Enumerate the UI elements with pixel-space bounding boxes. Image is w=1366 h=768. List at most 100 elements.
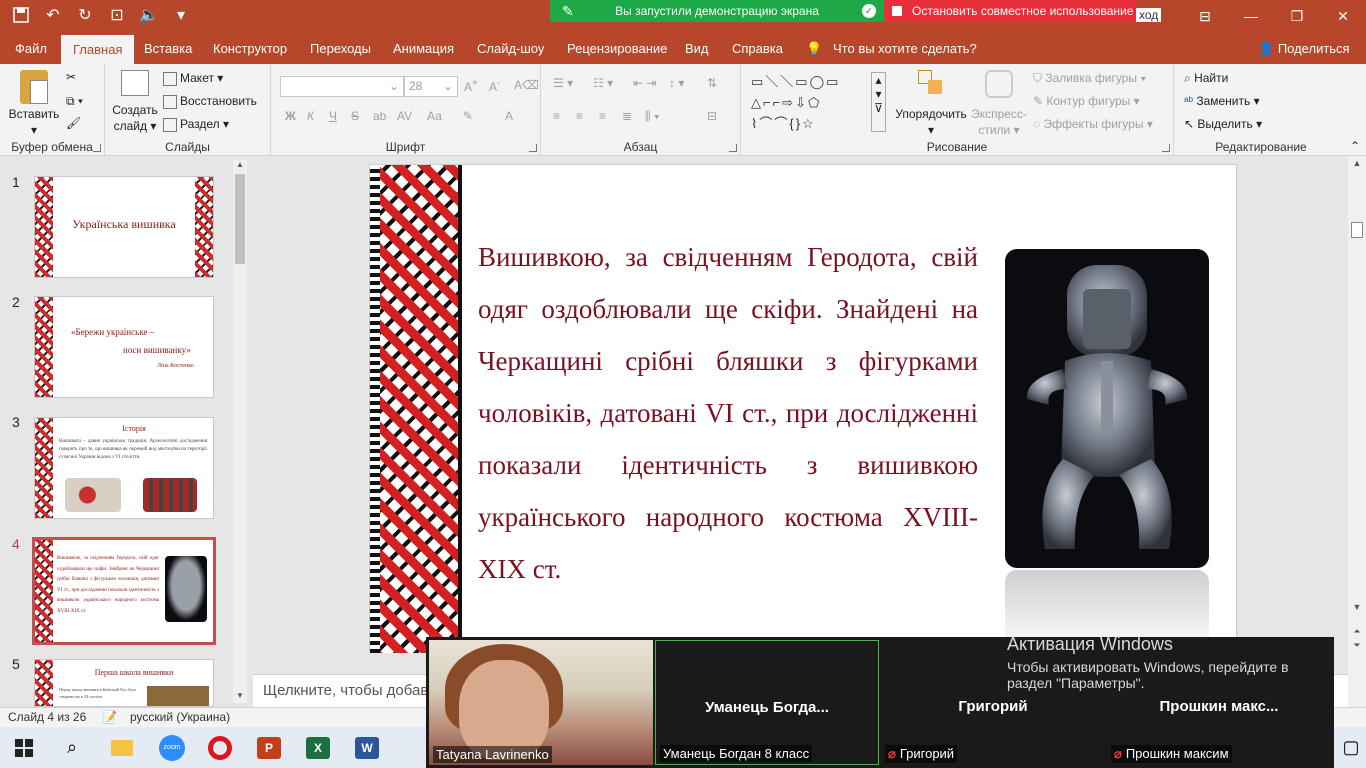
editor-scrollbar[interactable]: ▲ ▼ ⏶ ⏷ bbox=[1348, 156, 1366, 707]
scroll-down-icon[interactable]: ▼ bbox=[1348, 602, 1366, 616]
italic-button[interactable]: К bbox=[307, 109, 314, 123]
section-button[interactable]: Раздел ▾ bbox=[163, 117, 229, 132]
shapes-scroll-icon[interactable]: ▴ ▾ ⊽ bbox=[871, 72, 886, 132]
tab-transitions[interactable]: Переходы bbox=[310, 33, 371, 64]
stop-share-button[interactable]: Остановить совместное использование bbox=[884, 0, 1136, 22]
previous-slide-icon[interactable]: ⏶ bbox=[1348, 626, 1366, 640]
redo-icon[interactable]: ↻ bbox=[76, 6, 94, 24]
scroll-down-icon[interactable]: ▼ bbox=[233, 691, 247, 703]
powerpoint-icon[interactable]: P bbox=[245, 727, 293, 768]
tab-review[interactable]: Рецензирование bbox=[567, 33, 667, 64]
collapse-ribbon-icon[interactable]: ⌃ bbox=[1350, 139, 1360, 153]
opera-icon[interactable] bbox=[196, 727, 244, 768]
dialog-launcher-icon[interactable] bbox=[1162, 144, 1170, 152]
presentation-icon[interactable]: ⊡ bbox=[108, 6, 126, 24]
scroll-thumb[interactable] bbox=[235, 174, 245, 264]
tab-design[interactable]: Конструктор bbox=[213, 33, 287, 64]
bullets-icon[interactable]: ☰ ▾ bbox=[553, 76, 573, 90]
text-shadow-button[interactable]: ab bbox=[373, 109, 386, 123]
video-tile[interactable]: Уманець Богда... Уманець Богдан 8 класс bbox=[655, 640, 879, 765]
tab-home[interactable]: Главная bbox=[61, 35, 135, 64]
layout-button[interactable]: Макет ▾ bbox=[163, 71, 223, 86]
replace-button[interactable]: ᵃᵇ Заменить ▾ bbox=[1184, 94, 1260, 108]
numbering-icon[interactable]: ☷ ▾ bbox=[593, 76, 613, 90]
search-icon[interactable]: ⌕ bbox=[48, 727, 96, 768]
copy-icon[interactable]: ⧉ ▾ bbox=[66, 94, 83, 109]
dialog-launcher-icon[interactable] bbox=[729, 144, 737, 152]
columns-icon[interactable]: ⫼ ▾ bbox=[645, 109, 660, 124]
text-direction-icon[interactable]: ⇅ bbox=[707, 76, 717, 90]
grow-font-icon[interactable]: A+ bbox=[464, 78, 478, 94]
change-case-button[interactable]: Аа bbox=[427, 109, 442, 123]
shapes-gallery[interactable]: ▭＼＼▭◯▭ △⌐⌐⇨⇩⬠ ⌇⌒⌒{}☆ bbox=[751, 71, 889, 135]
tab-animations[interactable]: Анимация bbox=[393, 33, 454, 64]
word-icon[interactable]: W bbox=[343, 727, 391, 768]
share-button[interactable]: 👤 Поделиться bbox=[1258, 33, 1350, 64]
spellcheck-icon[interactable]: 📝 bbox=[102, 710, 117, 724]
char-spacing-button[interactable]: AV bbox=[397, 109, 412, 123]
tell-me-search[interactable]: Что вы хотите сделать? bbox=[833, 33, 977, 64]
sign-in-label[interactable]: ход bbox=[1136, 8, 1162, 22]
reset-button[interactable]: Восстановить bbox=[163, 94, 257, 109]
bold-button[interactable]: Ж bbox=[285, 109, 296, 123]
slide-thumbnail-2[interactable]: «Бережи українське – носи вишиванку» Лін… bbox=[34, 296, 214, 398]
justify-icon[interactable]: ≣ bbox=[622, 109, 632, 123]
undo-icon[interactable]: ↶ bbox=[44, 6, 62, 24]
shape-effects-button[interactable]: ◌ Эффекты фигуры ▾ bbox=[1033, 117, 1153, 131]
font-name-field[interactable]: ⌄ bbox=[280, 76, 404, 97]
slide-thumbnail-3[interactable]: Історія Вишивати – давня українська трад… bbox=[34, 417, 214, 519]
tab-insert[interactable]: Вставка bbox=[144, 33, 192, 64]
indent-icon[interactable]: ⇤ ⇥ bbox=[633, 76, 656, 90]
align-center-icon[interactable]: ≡ bbox=[576, 109, 583, 123]
scroll-up-icon[interactable]: ▲ bbox=[233, 160, 247, 172]
restore-icon[interactable]: ❐ bbox=[1274, 0, 1320, 32]
strikethrough-button[interactable]: S bbox=[351, 109, 359, 123]
paste-button[interactable]: Вставить ▾ bbox=[6, 70, 62, 138]
slide-thumbnail-4[interactable]: Вишивкою, за свідченням Геродота, свій о… bbox=[32, 537, 216, 645]
minimize-icon[interactable]: — bbox=[1228, 0, 1274, 32]
line-spacing-icon[interactable]: ↕ ▾ bbox=[669, 76, 684, 90]
font-color-button[interactable]: А bbox=[505, 109, 513, 123]
slide-thumbnail-5[interactable]: Перша школа вишивки Першу школу вишивки … bbox=[34, 659, 214, 707]
file-explorer-icon[interactable] bbox=[98, 727, 146, 768]
highlight-icon[interactable]: ✎ bbox=[463, 109, 473, 123]
underline-button[interactable]: Ч bbox=[329, 109, 337, 123]
speaker-icon[interactable]: 🔈 bbox=[139, 6, 159, 24]
clear-format-icon[interactable]: A⌫ bbox=[514, 78, 539, 92]
slide-canvas[interactable]: Вишивкою, за свідченням Геродота, свій о… bbox=[369, 164, 1237, 655]
shape-outline-button[interactable]: ✎ Контур фигуры ▾ bbox=[1033, 94, 1140, 108]
scroll-thumb[interactable] bbox=[1351, 222, 1363, 238]
quick-styles-button[interactable]: Экспресс-стили ▾ bbox=[967, 70, 1031, 138]
thumbnail-scrollbar[interactable]: ▲ ▼ bbox=[233, 160, 247, 703]
customize-icon[interactable]: ▾ bbox=[172, 6, 190, 24]
ribbon-display-icon[interactable]: ⊟ bbox=[1182, 0, 1228, 32]
align-right-icon[interactable]: ≡ bbox=[599, 109, 606, 123]
slide-body-text[interactable]: Вишивкою, за свідченням Геродота, свій о… bbox=[478, 231, 978, 595]
shape-fill-button[interactable]: ⛉ Заливка фигуры ▾ bbox=[1033, 71, 1146, 86]
new-slide-button[interactable]: Создать слайд ▾ bbox=[111, 70, 159, 134]
silver-figurine-photo[interactable] bbox=[1005, 249, 1209, 568]
format-painter-icon[interactable]: 🖌 bbox=[66, 116, 81, 130]
zoom-icon[interactable]: zoom bbox=[148, 727, 196, 768]
find-button[interactable]: ⌕ Найти bbox=[1184, 71, 1228, 86]
next-slide-icon[interactable]: ⏷ bbox=[1348, 640, 1366, 654]
notification-icon[interactable]: ▢ bbox=[1336, 727, 1366, 768]
save-icon[interactable] bbox=[12, 6, 30, 24]
font-size-field[interactable]: 28 ⌄ bbox=[404, 76, 458, 97]
shrink-font-icon[interactable]: A- bbox=[489, 78, 500, 94]
excel-icon[interactable]: X bbox=[294, 727, 342, 768]
arrange-button[interactable]: Упорядочить ▾ bbox=[891, 70, 971, 138]
align-left-icon[interactable]: ≡ bbox=[553, 109, 560, 123]
dialog-launcher-icon[interactable] bbox=[529, 144, 537, 152]
windows-start-icon[interactable] bbox=[0, 727, 48, 768]
cut-icon[interactable]: ✂ bbox=[66, 70, 76, 84]
tab-help[interactable]: Справка bbox=[732, 33, 783, 64]
align-text-icon[interactable]: ⊟ bbox=[707, 109, 717, 123]
select-button[interactable]: ↖ Выделить ▾ bbox=[1184, 117, 1262, 131]
tab-slideshow[interactable]: Слайд-шоу bbox=[477, 33, 544, 64]
close-icon[interactable]: ✕ bbox=[1320, 0, 1366, 32]
slide-thumbnail-1[interactable]: Українська вишивка bbox=[34, 176, 214, 278]
tab-view[interactable]: Вид bbox=[685, 33, 709, 64]
dialog-launcher-icon[interactable] bbox=[93, 144, 101, 152]
language-indicator[interactable]: русский (Украина) bbox=[130, 710, 230, 724]
